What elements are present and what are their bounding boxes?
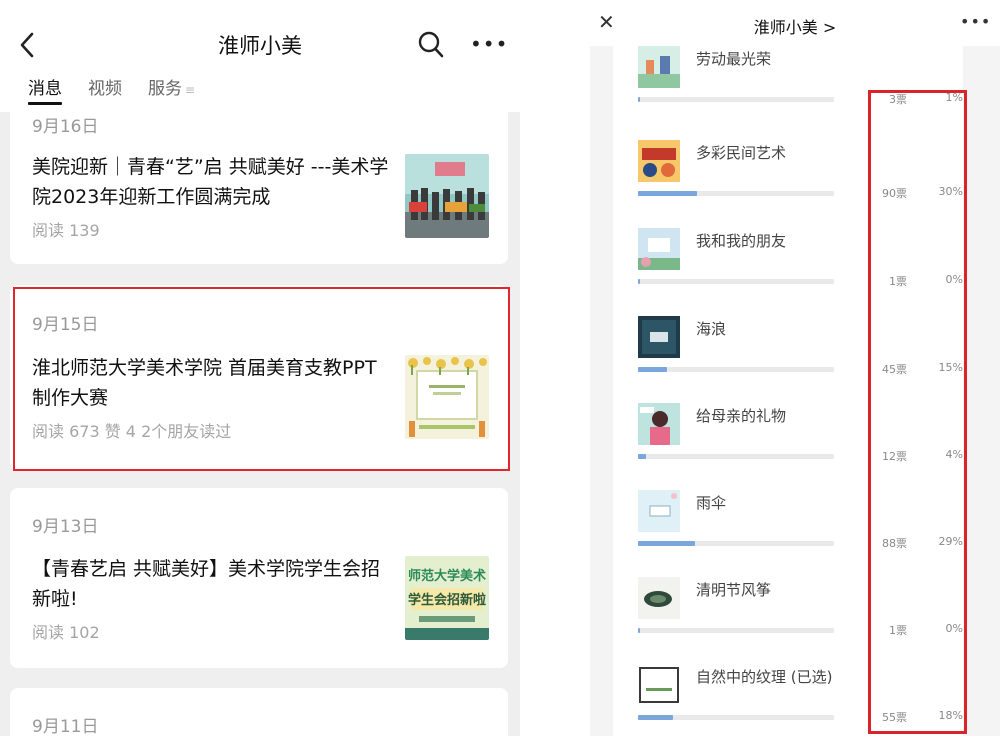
vote-count: 55票 — [882, 711, 907, 724]
vote-count: 90票 — [882, 187, 907, 200]
vote-progress-fill — [638, 279, 640, 284]
vote-percent: 15% — [938, 361, 963, 374]
vote-count: 1票 — [889, 624, 907, 637]
article-date: 9月13日 — [32, 517, 99, 537]
article-date: 9月16日 — [32, 117, 99, 137]
vote-option-selected[interactable]: 自然中的纹理 (已选) 55票 18% — [613, 664, 983, 736]
vote-option[interactable]: 清明节风筝 1票 0% — [613, 577, 983, 665]
vote-percent: 0% — [945, 622, 963, 635]
option-thumbnail — [638, 46, 680, 88]
vote-progress-bar — [638, 279, 834, 284]
search-icon[interactable] — [418, 31, 444, 59]
tab-videos[interactable]: 视频 — [88, 74, 122, 105]
vote-percent: 18% — [938, 709, 963, 722]
option-name: 多彩民间艺术 — [696, 144, 787, 162]
thumbnail-text-bottom: 学生会招新啦 — [408, 592, 486, 608]
option-name: 给母亲的礼物 — [696, 407, 787, 425]
vote-progress-fill — [638, 715, 674, 720]
vote-count: 12票 — [882, 450, 907, 463]
article-card[interactable]: 9月15日 淮北师范大学美术学院 首届美育支教PPT制作大赛 阅读 673 赞 … — [10, 285, 508, 471]
more-icon[interactable]: ••• — [960, 14, 991, 30]
vote-option[interactable]: 劳动最光荣 3票 1% — [613, 46, 983, 134]
option-name: 劳动最光荣 — [696, 50, 772, 68]
vote-progress-bar — [638, 454, 834, 459]
article-date: 9月15日 — [32, 315, 99, 335]
article-thumbnail[interactable]: 师范大学美术 学生会招新啦 — [405, 556, 489, 640]
vote-results-panel: ✕ 淮师小美 > ••• 劳动最光荣 3票 1% 多彩民间艺术 90票 30% … — [590, 0, 1000, 736]
option-thumbnail — [638, 490, 680, 532]
vote-progress-fill — [638, 367, 668, 372]
vote-progress-bar — [638, 541, 834, 546]
option-thumbnail — [638, 664, 680, 706]
article-list-panel: 淮师小美 ••• 消息 视频 服务 ≡ 9月16日 美院迎新｜青春“艺”启 共赋美… — [0, 0, 520, 736]
option-name: 海浪 — [696, 320, 727, 338]
vote-progress-bar — [638, 97, 834, 102]
option-thumbnail — [638, 140, 680, 182]
article-thumbnail[interactable] — [405, 355, 489, 439]
header: 淮师小美 ••• 消息 视频 服务 ≡ — [0, 0, 520, 112]
article-meta: 阅读 102 — [32, 623, 100, 642]
article-thumbnail[interactable] — [405, 154, 489, 238]
vote-progress-fill — [638, 97, 640, 102]
tab-services[interactable]: 服务 ≡ — [148, 74, 195, 105]
vote-count: 45票 — [882, 363, 907, 376]
article-card[interactable]: 9月16日 美院迎新｜青春“艺”启 共赋美好 ---美术学院2023年迎新工作圆… — [10, 112, 508, 264]
vote-progress-fill — [638, 541, 695, 546]
option-thumbnail — [638, 577, 680, 619]
vote-progress-fill — [638, 454, 646, 459]
menu-icon: ≡ — [185, 83, 196, 97]
vote-option[interactable]: 我和我的朋友 1票 0% — [613, 228, 983, 316]
vote-percent: 1% — [945, 91, 963, 104]
article-date: 9月11日 — [32, 717, 99, 736]
vote-option[interactable]: 海浪 45票 15% — [613, 316, 983, 404]
vote-count: 3票 — [889, 93, 907, 106]
option-thumbnail — [638, 403, 680, 445]
vote-progress-fill — [638, 628, 640, 633]
tab-bar: 消息 视频 服务 ≡ — [28, 74, 195, 105]
vote-percent: 0% — [945, 273, 963, 286]
article-meta: 阅读 673 赞 4 2个朋友读过 — [32, 422, 232, 441]
option-thumbnail — [638, 316, 680, 358]
vote-progress-bar — [638, 715, 834, 720]
option-name: 我和我的朋友 — [696, 232, 787, 250]
thumbnail-text-top: 师范大学美术 — [408, 568, 486, 584]
vote-percent: 4% — [945, 448, 963, 461]
vote-option[interactable]: 雨伞 88票 29% — [613, 490, 983, 578]
vote-count: 1票 — [889, 275, 907, 288]
option-name: 雨伞 — [696, 494, 727, 512]
article-card[interactable]: 9月11日 — [10, 688, 508, 736]
article-card[interactable]: 9月13日 【青春艺启 共赋美好】美术学院学生会招新啦! 阅读 102 师范大学… — [10, 488, 508, 668]
vote-progress-bar — [638, 367, 834, 372]
vote-count: 88票 — [882, 537, 907, 550]
tab-messages[interactable]: 消息 — [28, 74, 62, 105]
vote-percent: 29% — [938, 535, 963, 548]
vote-progress-fill — [638, 191, 697, 196]
option-thumbnail — [638, 228, 680, 270]
vote-progress-bar — [638, 191, 834, 196]
article-title[interactable]: 美院迎新｜青春“艺”启 共赋美好 ---美术学院2023年迎新工作圆满完成 — [32, 152, 392, 212]
article-title[interactable]: 【青春艺启 共赋美好】美术学院学生会招新啦! — [32, 554, 392, 614]
vote-progress-bar — [638, 628, 834, 633]
vote-option[interactable]: 给母亲的礼物 12票 4% — [613, 403, 983, 491]
option-name: 清明节风筝 — [696, 581, 772, 599]
article-meta: 阅读 139 — [32, 221, 100, 240]
account-title-link[interactable]: 淮师小美 > — [590, 14, 1000, 38]
vote-percent: 30% — [938, 185, 963, 198]
option-name: 自然中的纹理 (已选) — [696, 668, 833, 686]
article-title[interactable]: 淮北师范大学美术学院 首届美育支教PPT制作大赛 — [32, 353, 392, 413]
vote-option[interactable]: 多彩民间艺术 90票 30% — [613, 140, 983, 228]
more-icon[interactable]: ••• — [470, 34, 508, 54]
vote-header: ✕ 淮师小美 > ••• — [590, 0, 1000, 46]
